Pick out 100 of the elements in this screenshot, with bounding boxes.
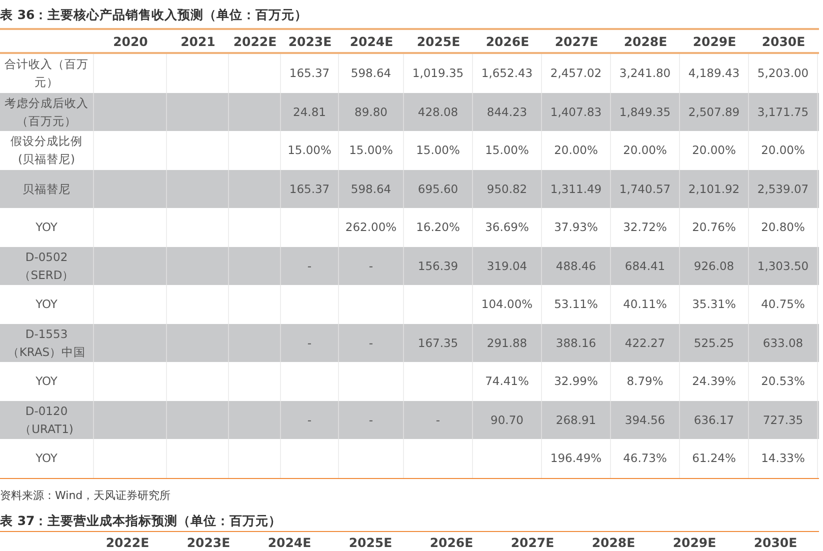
table-cell: 20.00%: [623, 143, 667, 158]
column-header: 2020: [112, 32, 149, 50]
table-cell: 40.11%: [623, 297, 667, 312]
table-cell: 20.80%: [761, 220, 805, 234]
row-label: YOY: [34, 450, 58, 468]
table-cell: 20.00%: [692, 143, 736, 158]
table-cell: 684.41: [624, 258, 666, 273]
row-label: 假设分成比例(贝福替尼): [10, 133, 84, 168]
row-label: YOY: [34, 296, 58, 314]
table-cell: -: [368, 258, 374, 273]
table-cell: 388.16: [556, 336, 596, 350]
table-cell: 24.39%: [692, 374, 736, 388]
table-cell: 633.08: [762, 336, 804, 350]
table-cell: 14.33%: [761, 451, 805, 466]
table-cell: 37.93%: [554, 220, 598, 234]
table-cell: 165.37: [289, 182, 330, 196]
table-cell: 598.64: [350, 182, 392, 196]
table-cell: -: [436, 412, 440, 427]
table-cell: 1,311.49: [550, 182, 602, 196]
column-header: 2029E: [692, 32, 738, 50]
table-cell: 196.49%: [550, 451, 602, 466]
column-header: 2022E: [232, 32, 278, 50]
table-cell: 488.46: [556, 258, 596, 273]
table-cell: 844.23: [486, 104, 528, 119]
table-cell: 165.37: [289, 66, 330, 80]
table-cell: 32.72%: [623, 220, 667, 234]
row-label: 合计收入（百万元）: [4, 56, 88, 92]
table-cell: 15.00%: [416, 143, 460, 158]
table-cell: 428.08: [418, 104, 458, 119]
table-cell: 394.56: [624, 412, 666, 427]
column-header: 2030E: [752, 534, 798, 551]
table-cell: 1,407.83: [550, 104, 602, 119]
table-cell: 156.39: [418, 258, 458, 273]
column-header: 2024E: [266, 534, 312, 551]
table-cell: 1,303.50: [757, 258, 809, 273]
table-cell: 1,652.43: [481, 66, 533, 80]
table-cell: 525.25: [694, 336, 734, 350]
table-cell: -: [368, 412, 374, 427]
table-cell: 104.00%: [481, 297, 533, 312]
table-cell: 20.00%: [761, 143, 805, 158]
table-cell: 35.31%: [692, 297, 736, 312]
column-header: 2021: [180, 32, 216, 50]
source-note: 资料来源：Wind，天风证券研究所: [0, 488, 172, 504]
table-cell: 24.81: [293, 104, 326, 119]
table-cell: 32.99%: [554, 374, 598, 388]
table-cell: 90.70: [490, 412, 524, 427]
table-cell: -: [368, 336, 374, 350]
row-label: YOY: [34, 373, 58, 390]
table-cell: 422.27: [624, 336, 666, 350]
table-cell: 167.35: [418, 336, 458, 350]
table-cell: 1,740.57: [619, 182, 671, 196]
row-label: 考虑分成后收入（百万元）: [4, 94, 88, 130]
table-cell: 16.20%: [416, 220, 460, 234]
table-cell: 15.00%: [288, 143, 332, 158]
table-cell: 3,171.75: [757, 104, 809, 119]
table-cell: 20.76%: [692, 220, 736, 234]
table-cell: 40.75%: [761, 297, 805, 312]
table-cell: 53.11%: [554, 297, 598, 312]
table-cell: 2,507.89: [688, 104, 740, 119]
table-cell: 727.35: [762, 412, 804, 427]
table-title: 表 36：主要核心产品销售收入预测（单位：百万元）: [0, 6, 309, 24]
table-cell: 1,019.35: [412, 66, 464, 80]
column-header: 2022E: [104, 534, 150, 551]
table-cell: 1,849.35: [619, 104, 671, 119]
table-cell: 4,189.43: [688, 66, 740, 80]
column-header: 2025E: [348, 534, 394, 551]
table-cell: 36.69%: [485, 220, 529, 234]
table-cell: 15.00%: [485, 143, 529, 158]
table-cell: 319.04: [486, 258, 528, 273]
row-label: D-1553（KRAS）中国: [6, 326, 87, 361]
table-cell: 950.82: [486, 182, 528, 196]
table-cell: -: [307, 412, 312, 427]
row-label: D-0120（URAT1): [18, 402, 74, 438]
table-title: 表 37：主要营业成本指标预测（单位：百万元）: [0, 512, 283, 530]
table-cell: -: [307, 336, 312, 350]
column-header: 2023E: [186, 534, 232, 551]
column-header: 2026E: [484, 32, 530, 50]
table-cell: 2,101.92: [688, 182, 740, 196]
row-label: 贝福替尼: [22, 180, 72, 198]
table-cell: 262.00%: [345, 220, 397, 234]
column-header: 2025E: [416, 32, 462, 50]
table-cell: 2,457.02: [550, 66, 602, 80]
table-cell: 5,203.00: [757, 66, 809, 80]
table-cell: 46.73%: [623, 451, 667, 466]
table-cell: 8.79%: [626, 374, 664, 388]
column-header: 2023E: [287, 32, 333, 50]
column-header: 2024E: [348, 32, 394, 50]
table-cell: 3,241.80: [619, 66, 671, 80]
table-cell: -: [307, 258, 312, 273]
column-header: 2027E: [554, 32, 600, 50]
table-cell: 61.24%: [692, 451, 736, 466]
table-cell: 89.80: [354, 104, 388, 119]
row-label: D-0502（SERD）: [18, 248, 76, 284]
row-label: YOY: [34, 219, 58, 236]
table-cell: 268.91: [556, 412, 596, 427]
column-header: 2028E: [622, 32, 668, 50]
column-header: 2026E: [428, 534, 474, 551]
table-cell: 291.88: [486, 336, 528, 350]
column-header: 2028E: [590, 534, 636, 551]
table-cell: 636.17: [694, 412, 734, 427]
